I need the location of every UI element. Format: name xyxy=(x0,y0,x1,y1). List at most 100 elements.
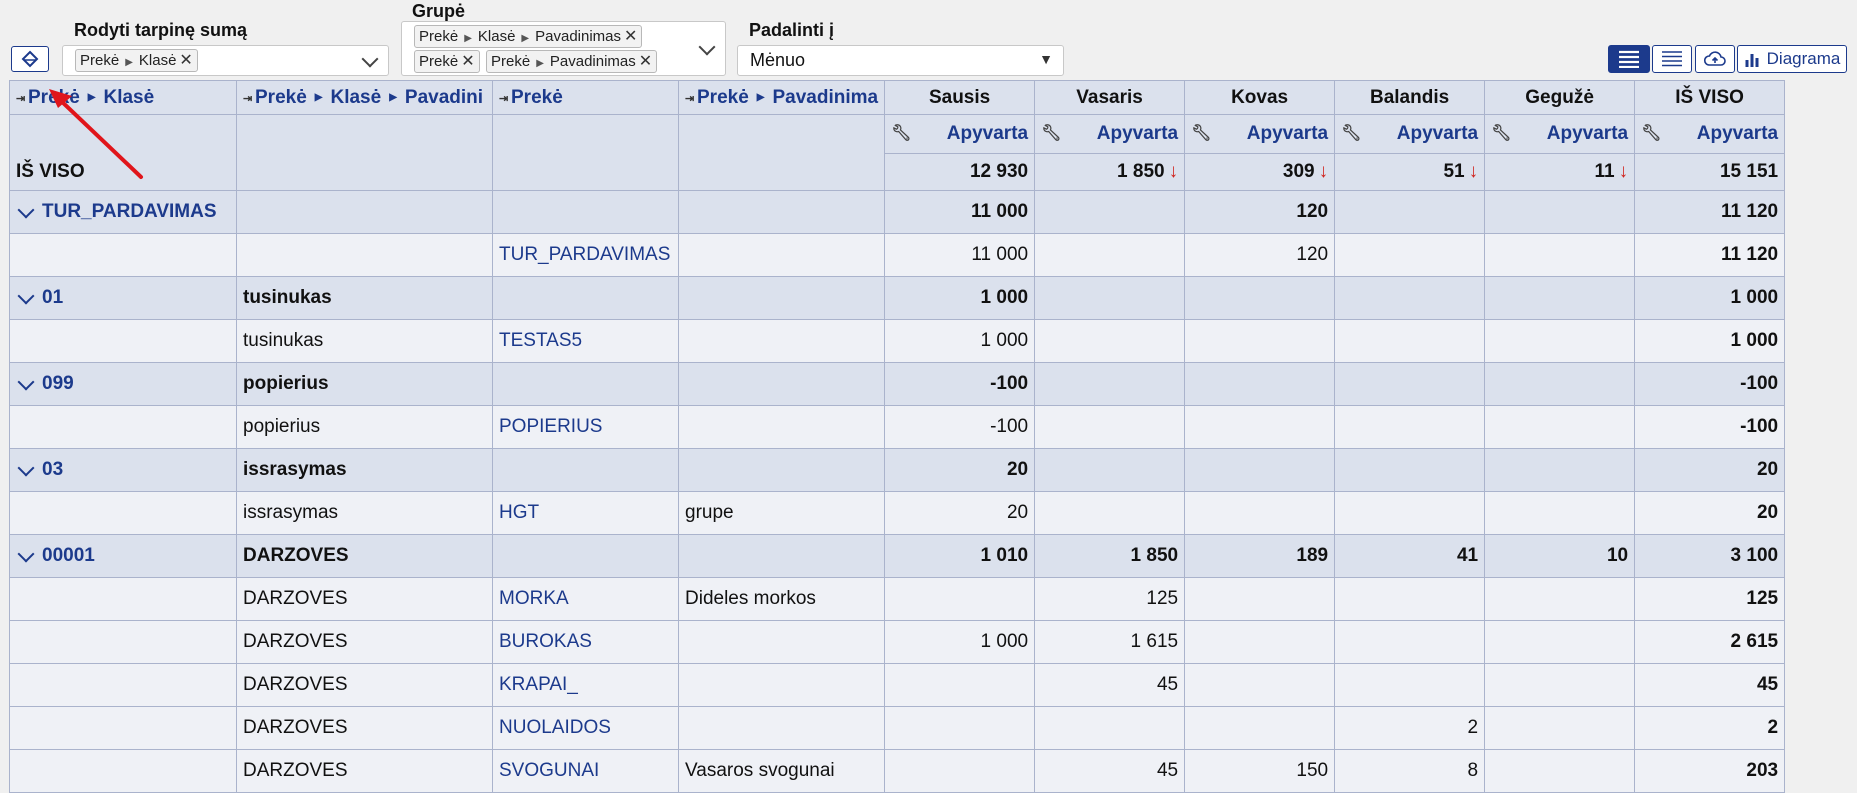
chevron-down-icon[interactable] xyxy=(698,38,716,56)
chevron-down-icon[interactable] xyxy=(17,545,35,563)
remove-chip-icon[interactable]: ✕ xyxy=(624,28,637,45)
value-cell: 1 000 xyxy=(884,276,1036,320)
remove-chip-icon[interactable]: ✕ xyxy=(639,53,652,70)
total-header[interactable]: IŠ VISO xyxy=(1634,80,1786,115)
group-select[interactable]: Prekė ▶ Klasė ▶ Pavadinimas ✕ Prekė ✕ Prekė ▶ Pa… xyxy=(401,21,726,76)
remove-chip-icon[interactable]: ✕ xyxy=(461,53,474,70)
table-row[interactable]: TUR_PARDAVIMAS 11 000 120 11 120 xyxy=(9,233,1786,277)
value-cell xyxy=(1484,663,1636,707)
pin-icon[interactable]: ⇥ xyxy=(685,92,695,105)
empty-cell xyxy=(9,405,237,449)
item-link[interactable]: BUROKAS xyxy=(492,620,679,664)
item-link[interactable]: HGT xyxy=(492,491,679,535)
item-link[interactable]: TUR_PARDAVIMAS xyxy=(492,233,679,277)
column-header-preke[interactable]: ⇥ Prekė xyxy=(492,80,679,115)
month-header[interactable]: Vasaris xyxy=(1034,80,1186,115)
subtotal-select[interactable]: Prekė ▶ Klasė ✕ xyxy=(62,45,389,76)
detail-view-button[interactable] xyxy=(1652,45,1692,73)
group-row[interactable]: 03 issrasymas 20 20 xyxy=(9,448,1786,492)
pin-icon[interactable]: ⇥ xyxy=(16,92,26,105)
measure-header[interactable]: 🔧︎ Apyvarta xyxy=(1184,114,1336,154)
column-header-preke-klase-pavadinimas[interactable]: ⇥ Prekė ▶ Klasė ▶ Pavadini xyxy=(236,80,493,115)
group-row[interactable]: 00001 DARZOVES 1 010 1 850 189 41 10 3 100 xyxy=(9,534,1786,578)
item-link[interactable]: TESTAS5 xyxy=(492,319,679,363)
item-link[interactable]: SVOGUNAI xyxy=(492,749,679,793)
wrench-icon[interactable]: 🔧︎ xyxy=(1191,123,1211,143)
chevron-down-icon[interactable] xyxy=(17,201,35,219)
wrench-icon[interactable]: 🔧︎ xyxy=(1041,123,1061,143)
group-toggle[interactable]: 01 xyxy=(9,276,237,320)
class-cell: issrasymas xyxy=(236,491,493,535)
diagram-button[interactable]: Diagrama xyxy=(1737,45,1847,73)
group-toggle[interactable]: 03 xyxy=(9,448,237,492)
value-cell xyxy=(1034,276,1186,320)
measure-header[interactable]: 🔧︎ Apyvarta xyxy=(1034,114,1186,154)
table-row[interactable]: issrasymas HGT grupe 20 20 xyxy=(9,491,1786,535)
column-header-preke-pavadinimas[interactable]: ⇥ Prekė ▶ Pavadinima xyxy=(677,80,886,115)
group-row[interactable]: 01 tusinukas 1 000 1 000 xyxy=(9,276,1786,320)
split-select[interactable]: Mėnuo ▼ xyxy=(737,45,1064,76)
value-cell xyxy=(1184,491,1336,535)
group-chip[interactable]: Prekė ✕ xyxy=(414,50,480,73)
remove-chip-icon[interactable]: ✕ xyxy=(179,52,192,69)
group-toggle[interactable]: 099 xyxy=(9,362,237,406)
chevron-down-icon[interactable] xyxy=(17,287,35,305)
name-cell xyxy=(677,534,886,578)
group-row[interactable]: TUR_PARDAVIMAS 11 000 120 11 120 xyxy=(9,190,1786,234)
bar-chart-icon xyxy=(1745,54,1759,67)
export-button[interactable] xyxy=(1695,45,1735,73)
chevron-down-icon[interactable] xyxy=(17,373,35,391)
name-cell: grupe xyxy=(677,491,886,535)
table-row[interactable]: tusinukas TESTAS5 1 000 1 000 xyxy=(9,319,1786,363)
wrench-icon[interactable]: 🔧︎ xyxy=(891,123,911,143)
pivot-view-button[interactable] xyxy=(1608,45,1650,73)
measure-header[interactable]: 🔧︎ Apyvarta xyxy=(884,114,1036,154)
value-cell xyxy=(1034,706,1186,750)
value-cell xyxy=(1484,620,1636,664)
item-link[interactable]: KRAPAI_ xyxy=(492,663,679,707)
table-row[interactable]: DARZOVES SVOGUNAI Vasaros svogunai 45 150 8 20… xyxy=(9,749,1786,793)
collapse-toggle-button[interactable] xyxy=(11,46,49,72)
value-cell xyxy=(1334,190,1486,234)
column-header-preke-klase[interactable]: ⇥ Prekė ▶ Klasė xyxy=(9,80,237,115)
value-cell xyxy=(1484,706,1636,750)
table-row[interactable]: popierius POPIERIUS -100 -100 xyxy=(9,405,1786,449)
value-cell xyxy=(1034,491,1186,535)
value-cell xyxy=(1334,362,1486,406)
wrench-icon[interactable]: 🔧︎ xyxy=(1491,123,1511,143)
pin-icon[interactable]: ⇥ xyxy=(243,92,253,105)
wrench-icon[interactable]: 🔧︎ xyxy=(1341,123,1361,143)
cloud-upload-icon xyxy=(1703,51,1726,66)
item-link[interactable]: POPIERIUS xyxy=(492,405,679,449)
value-cell xyxy=(1334,233,1486,277)
name-cell xyxy=(677,319,886,363)
measure-header[interactable]: 🔧︎ Apyvarta xyxy=(1334,114,1486,154)
chevron-down-icon[interactable] xyxy=(17,459,35,477)
group-toggle[interactable]: TUR_PARDAVIMAS xyxy=(9,190,237,234)
month-header[interactable]: Sausis xyxy=(884,80,1036,115)
month-header[interactable]: Gegužė xyxy=(1484,80,1636,115)
table-row[interactable]: DARZOVES NUOLAIDOS 2 2 xyxy=(9,706,1786,750)
trend-down-icon: ↓ xyxy=(1168,161,1179,182)
empty-cell xyxy=(9,749,237,793)
measure-header[interactable]: 🔧︎ Apyvarta xyxy=(1634,114,1786,154)
group-toggle[interactable]: 00001 xyxy=(9,534,237,578)
group-chip[interactable]: Prekė ▶ Klasė ▶ Pavadinimas ✕ xyxy=(414,25,643,48)
value-cell xyxy=(1484,362,1636,406)
group-chip[interactable]: Prekė ▶ Pavadinimas ✕ xyxy=(486,50,658,73)
table-row[interactable]: DARZOVES KRAPAI_ 45 45 xyxy=(9,663,1786,707)
value-cell: 1 010 xyxy=(884,534,1036,578)
table-row[interactable]: DARZOVES MORKA Dideles morkos 125 125 xyxy=(9,577,1786,621)
measure-header[interactable]: 🔧︎ Apyvarta xyxy=(1484,114,1636,154)
subtotal-chip[interactable]: Prekė ▶ Klasė ✕ xyxy=(75,49,198,72)
table-row[interactable]: DARZOVES BUROKAS 1 000 1 615 2 615 xyxy=(9,620,1786,664)
item-link[interactable]: NUOLAIDOS xyxy=(492,706,679,750)
chevron-down-icon[interactable] xyxy=(361,50,379,68)
group-row[interactable]: 099 popierius -100 -100 xyxy=(9,362,1786,406)
class-cell: DARZOVES xyxy=(236,620,493,664)
wrench-icon[interactable]: 🔧︎ xyxy=(1641,123,1661,143)
pin-icon[interactable]: ⇥ xyxy=(499,92,509,105)
item-link[interactable]: MORKA xyxy=(492,577,679,621)
month-header[interactable]: Balandis xyxy=(1334,80,1486,115)
month-header[interactable]: Kovas xyxy=(1184,80,1336,115)
